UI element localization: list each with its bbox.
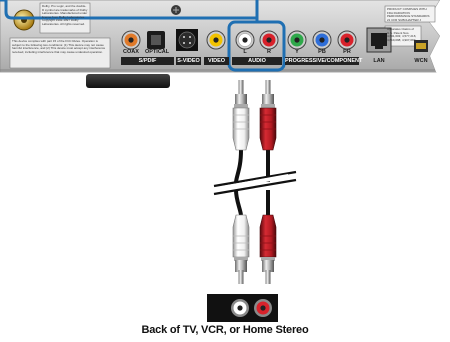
svideo-jack <box>176 29 198 51</box>
wcn-label: WCN <box>414 58 428 64</box>
component-y-jack <box>287 30 307 50</box>
dolby-notice: Dolby, Pro Logic, and the double-D symbo… <box>42 5 88 26</box>
svideo-label: S-VIDEO <box>177 58 200 64</box>
connection-diagram: Dolby, Pro Logic, and the double-D symbo… <box>0 0 450 342</box>
white-rca-plug-top <box>232 80 250 151</box>
patent-notice: Apparatus Claims of U.S. Patent Nos. 4,6… <box>387 28 417 42</box>
component-pb-label: PB <box>318 49 326 55</box>
component-pb-jack <box>312 30 332 50</box>
spdif-group-label: S/PDIF <box>138 58 157 64</box>
screw-icon <box>171 5 181 15</box>
tv-audio-input-panel <box>207 294 278 322</box>
compliance-label: PRODUCT COMPLIES WITH FDA RADIATION PERF… <box>387 8 430 21</box>
fcc-notice: This device complies with part 15 of the… <box>12 40 106 54</box>
audio-right-jack <box>259 30 279 50</box>
diagram-caption: Back of TV, VCR, or Home Stereo <box>141 324 309 336</box>
component-y-label: Y <box>295 49 299 55</box>
audio-left-label: L <box>243 49 247 55</box>
optical-label: OPTICAL <box>145 49 170 55</box>
lan-label: LAN <box>373 58 385 64</box>
cable-break-icon <box>213 170 297 196</box>
component-pr-label: PR <box>343 49 351 55</box>
video-label: VIDEO <box>207 58 226 64</box>
coax-jack <box>121 30 141 50</box>
white-rca-plug-bottom <box>232 214 250 284</box>
rf-antenna-jack <box>13 9 35 31</box>
audio-right-label: R <box>267 49 271 55</box>
video-jack <box>206 30 226 50</box>
audio-left-jack <box>235 30 255 50</box>
optical-jack <box>147 31 165 49</box>
red-rca-plug-top <box>259 80 277 151</box>
red-rca-plug-bottom <box>259 214 277 284</box>
coax-label: COAX <box>123 49 139 55</box>
player-underside <box>86 74 170 88</box>
component-group-label: PROGRESSIVE/COMPONENT <box>285 58 363 64</box>
component-pr-jack <box>337 30 357 50</box>
audio-group-label: AUDIO <box>248 58 266 64</box>
